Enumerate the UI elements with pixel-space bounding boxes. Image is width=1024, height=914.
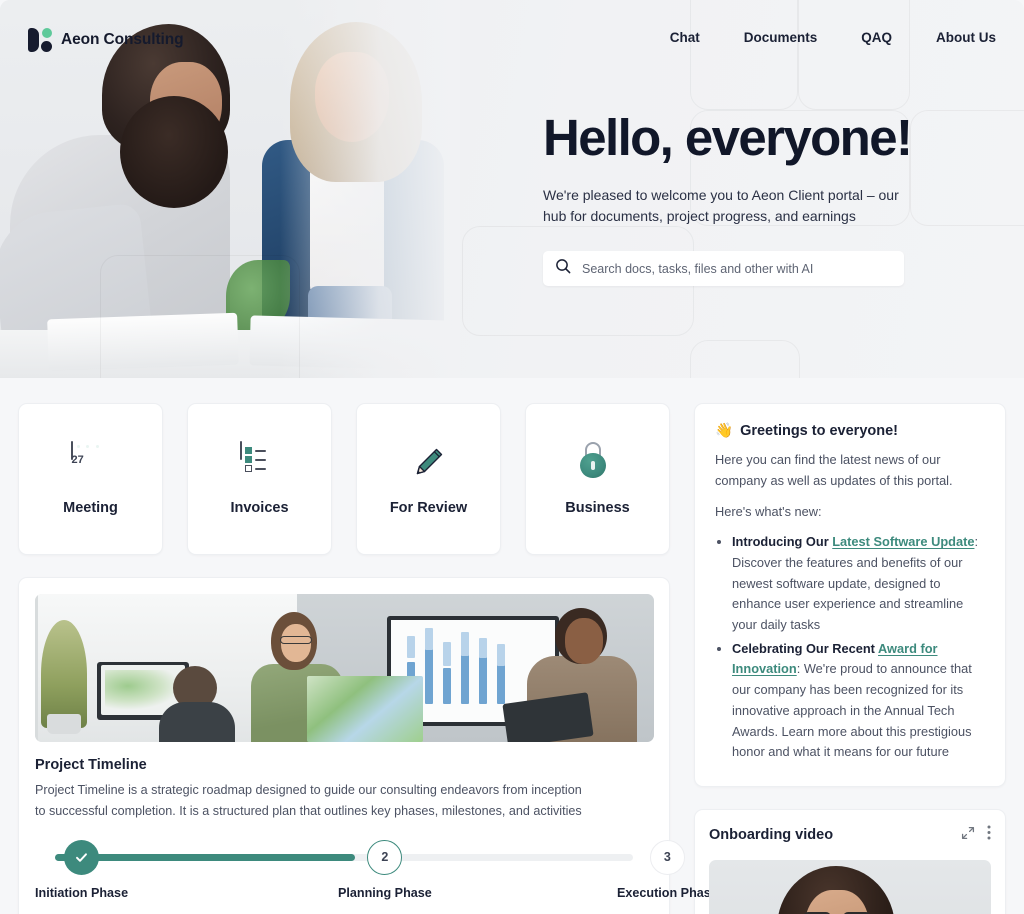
search-bar[interactable] (543, 251, 904, 286)
main-content: 27 Meeting Invoices (0, 378, 1024, 914)
step-check-icon (64, 839, 100, 875)
hero-photo (0, 0, 460, 378)
tile-label: For Review (389, 500, 468, 516)
step-number: 2 (367, 839, 403, 875)
nav-item-chat[interactable]: Chat (648, 30, 722, 45)
news-lead: Introducing Our (732, 534, 833, 550)
nav-item-about-us[interactable]: About Us (914, 30, 996, 45)
wave-emoji-icon: 👋 (715, 423, 734, 439)
right-column: 👋 Greetings to everyone! Here you can fi… (694, 403, 1006, 914)
hero-content: Hello, everyone! We're pleased to welcom… (543, 112, 993, 286)
main-nav: Chat Documents QAQ About Us (648, 30, 996, 45)
hero-section: Aeon Consulting Chat Documents QAQ About… (0, 0, 1024, 378)
step-initiation-phase[interactable]: Initiation Phase (35, 839, 129, 900)
search-icon (555, 258, 571, 279)
greetings-paragraph-1: Here you can find the latest news of our… (715, 452, 953, 488)
pencil-icon (409, 442, 449, 482)
more-vertical-icon[interactable] (987, 825, 991, 845)
video-card-header: Onboarding video (709, 825, 991, 845)
video-thumbnail[interactable] (709, 860, 991, 914)
tile-meeting[interactable]: 27 Meeting (18, 403, 163, 555)
aeon-logo-mark-icon (28, 28, 52, 52)
news-list: Introducing Our Latest Software Update: … (715, 532, 985, 763)
page-root: Aeon Consulting Chat Documents QAQ About… (0, 0, 1024, 914)
greetings-title: Greetings to everyone! (740, 422, 898, 439)
step-label: Execution Phase (617, 885, 718, 900)
timeline-stepper: Initiation Phase 2 Planning Phase 3 Exec… (35, 839, 718, 910)
timeline-title: Project Timeline (35, 757, 147, 773)
news-link[interactable]: Latest Software Update (832, 534, 974, 549)
step-number: 3 (649, 839, 685, 875)
hero-subtitle: We're pleased to welcome you to Aeon Cli… (543, 187, 899, 224)
project-timeline-card: Project Timeline Project Timeline is a s… (18, 577, 718, 914)
lock-icon (578, 442, 618, 482)
timeline-photo (35, 594, 654, 742)
tile-invoices[interactable]: Invoices (187, 403, 332, 555)
greetings-paragraph-2: Here's what's new: (715, 504, 822, 520)
onboarding-video-card: Onboarding video (694, 809, 1006, 914)
step-label: Initiation Phase (35, 885, 129, 900)
greetings-card: 👋 Greetings to everyone! Here you can fi… (694, 403, 1006, 788)
tile-label: Meeting (63, 500, 118, 516)
calendar-icon: 27 (70, 441, 111, 482)
step-execution-phase[interactable]: 3 Execution Phase (617, 839, 718, 900)
brand-logo[interactable]: Aeon Consulting (28, 28, 184, 52)
brand-name: Aeon Consulting (61, 31, 184, 48)
video-title: Onboarding video (709, 827, 834, 844)
tile-for-review[interactable]: For Review (356, 403, 501, 555)
nav-item-documents[interactable]: Documents (722, 30, 840, 45)
tile-label: Business (565, 500, 630, 516)
news-item: Introducing Our Latest Software Update: … (732, 532, 985, 636)
timeline-description: Project Timeline is a strategic roadmap … (35, 783, 582, 818)
news-lead: Celebrating Our Recent (732, 640, 879, 656)
left-column: 27 Meeting Invoices (18, 403, 718, 914)
tile-business[interactable]: Business (525, 403, 670, 555)
hero-title: Hello, everyone! (543, 109, 913, 166)
step-label: Planning Phase (338, 885, 432, 900)
tile-label: Invoices (230, 500, 289, 516)
expand-icon[interactable] (961, 826, 975, 845)
news-item: Celebrating Our Recent Award for Innovat… (732, 639, 985, 763)
quick-tiles: 27 Meeting Invoices (18, 403, 670, 555)
nav-item-qaq[interactable]: QAQ (839, 30, 914, 45)
greetings-title-row: 👋 Greetings to everyone! (715, 422, 985, 440)
step-planning-phase[interactable]: 2 Planning Phase (338, 839, 432, 900)
search-input[interactable] (582, 261, 892, 276)
video-actions (961, 825, 991, 845)
checklist-icon (239, 441, 280, 482)
